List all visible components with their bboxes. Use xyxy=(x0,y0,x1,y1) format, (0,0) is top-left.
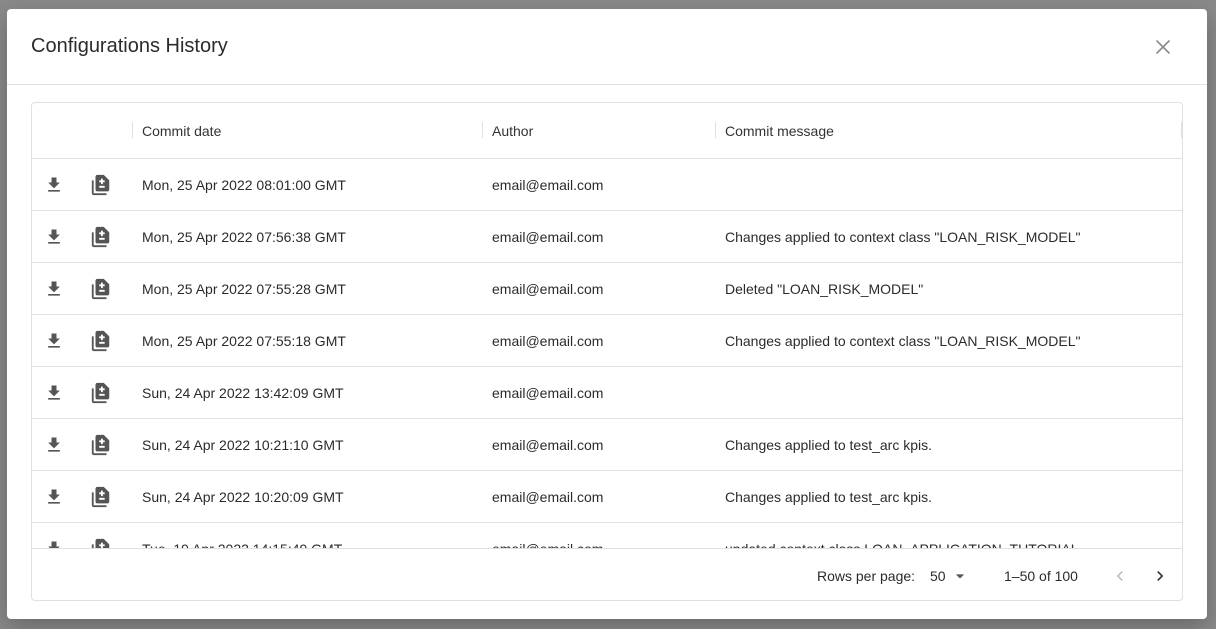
caret-down-icon xyxy=(955,574,964,579)
commit-date-cell: Sun, 24 Apr 2022 13:42:09 GMT xyxy=(142,385,344,401)
author-cell: email@email.com xyxy=(492,489,604,505)
chevron-left-icon xyxy=(1116,571,1123,581)
author-cell: email@email.com xyxy=(492,437,604,453)
dialog-header: Configurations History xyxy=(7,9,1207,85)
download-button[interactable] xyxy=(42,381,66,405)
close-icon xyxy=(1156,40,1170,54)
download-button[interactable] xyxy=(42,329,66,353)
column-separator[interactable] xyxy=(132,122,133,138)
download-button[interactable] xyxy=(42,485,66,509)
table-header: Commit date Author Commit message xyxy=(32,103,1182,159)
table-row: Mon, 25 Apr 2022 07:55:28 GMT email@emai… xyxy=(32,263,1182,315)
table-row: Sun, 24 Apr 2022 10:21:10 GMT email@emai… xyxy=(32,419,1182,471)
download-button[interactable] xyxy=(42,433,66,457)
author-cell: email@email.com xyxy=(492,177,604,193)
file-diff-icon xyxy=(91,174,110,196)
table-row: Sun, 24 Apr 2022 13:42:09 GMT email@emai… xyxy=(32,367,1182,419)
download-icon xyxy=(48,489,60,504)
commit-date-cell: Mon, 25 Apr 2022 07:56:38 GMT xyxy=(142,229,346,245)
rows-per-page-select[interactable]: 50 xyxy=(930,564,970,588)
commit-message-cell: Changes applied to test_arc kpis. xyxy=(725,489,933,505)
dialog-title: Configurations History xyxy=(31,35,228,57)
column-header-author[interactable]: Author xyxy=(492,122,533,140)
download-icon xyxy=(48,281,60,296)
compare-button[interactable] xyxy=(89,485,113,509)
download-icon xyxy=(48,177,60,192)
compare-button[interactable] xyxy=(89,329,113,353)
commit-date-cell: Sun, 24 Apr 2022 10:20:09 GMT xyxy=(142,489,344,505)
file-diff-icon xyxy=(91,226,110,248)
compare-button[interactable] xyxy=(89,381,113,405)
author-cell: email@email.com xyxy=(492,281,604,297)
file-diff-icon xyxy=(91,434,110,456)
column-separator[interactable] xyxy=(482,122,483,138)
table-row: Sun, 24 Apr 2022 10:20:09 GMT email@emai… xyxy=(32,471,1182,523)
author-cell: email@email.com xyxy=(492,540,603,548)
rows-per-page-value: 50 xyxy=(930,568,946,584)
compare-button[interactable] xyxy=(89,433,113,457)
download-icon xyxy=(48,385,60,400)
file-diff-icon xyxy=(91,278,110,300)
download-icon xyxy=(48,437,60,452)
file-diff-icon xyxy=(91,538,110,548)
table-row: Mon, 25 Apr 2022 07:55:18 GMT email@emai… xyxy=(32,315,1182,367)
commit-date-cell: Mon, 25 Apr 2022 07:55:18 GMT xyxy=(142,333,346,349)
file-diff-icon xyxy=(91,486,110,508)
chevron-right-icon xyxy=(1157,571,1164,581)
configurations-history-dialog: Configurations History Commit date Autho… xyxy=(7,9,1207,619)
commit-message-cell: Changes applied to context class "LOAN_R… xyxy=(725,333,1081,349)
next-page-button[interactable] xyxy=(1146,562,1174,590)
table-body: Mon, 25 Apr 2022 08:01:00 GMT email@emai… xyxy=(32,159,1182,548)
file-diff-icon xyxy=(91,330,110,352)
rows-per-page-label: Rows per page: xyxy=(817,568,916,584)
table-row: Mon, 25 Apr 2022 08:01:00 GMT email@emai… xyxy=(32,159,1182,211)
commit-message-cell: updated context class LOAN_APPLICATION_T… xyxy=(725,540,1079,548)
table-row: Mon, 25 Apr 2022 07:56:38 GMT email@emai… xyxy=(32,211,1182,263)
download-button[interactable] xyxy=(42,537,66,548)
compare-button[interactable] xyxy=(89,277,113,301)
download-button[interactable] xyxy=(42,277,66,301)
column-header-commit-message[interactable]: Commit message xyxy=(725,122,834,140)
compare-button[interactable] xyxy=(89,537,113,548)
author-cell: email@email.com xyxy=(492,385,604,401)
previous-page-button[interactable] xyxy=(1106,562,1134,590)
table-row: Tue, 19 Apr 2022 14:15:49 GMT email@emai… xyxy=(32,523,1182,548)
pagination-range: 1–50 of 100 xyxy=(1004,568,1078,584)
download-icon xyxy=(48,541,60,548)
download-button[interactable] xyxy=(42,225,66,249)
download-button[interactable] xyxy=(42,173,66,197)
download-icon xyxy=(48,333,60,348)
compare-button[interactable] xyxy=(89,173,113,197)
commit-message-cell: Changes applied to context class "LOAN_R… xyxy=(725,229,1081,245)
close-button[interactable] xyxy=(1153,37,1173,57)
author-cell: email@email.com xyxy=(492,229,604,245)
column-separator[interactable] xyxy=(1181,122,1182,138)
commit-date-cell: Tue, 19 Apr 2022 14:15:49 GMT xyxy=(142,540,342,548)
commit-date-cell: Mon, 25 Apr 2022 07:55:28 GMT xyxy=(142,281,346,297)
commit-message-cell: Changes applied to test_arc kpis. xyxy=(725,437,933,453)
commit-date-cell: Mon, 25 Apr 2022 08:01:00 GMT xyxy=(142,177,346,193)
pagination-footer: Rows per page: 50 1–50 of 100 xyxy=(32,548,1182,600)
commit-date-cell: Sun, 24 Apr 2022 10:21:10 GMT xyxy=(142,437,344,453)
download-icon xyxy=(48,229,60,244)
column-header-commit-date[interactable]: Commit date xyxy=(142,122,221,140)
commit-message-cell: Deleted "LOAN_RISK_MODEL" xyxy=(725,281,924,297)
compare-button[interactable] xyxy=(89,225,113,249)
author-cell: email@email.com xyxy=(492,333,604,349)
history-table: Commit date Author Commit message Mon, 2… xyxy=(31,102,1183,601)
file-diff-icon xyxy=(91,382,110,404)
column-separator[interactable] xyxy=(715,122,716,138)
